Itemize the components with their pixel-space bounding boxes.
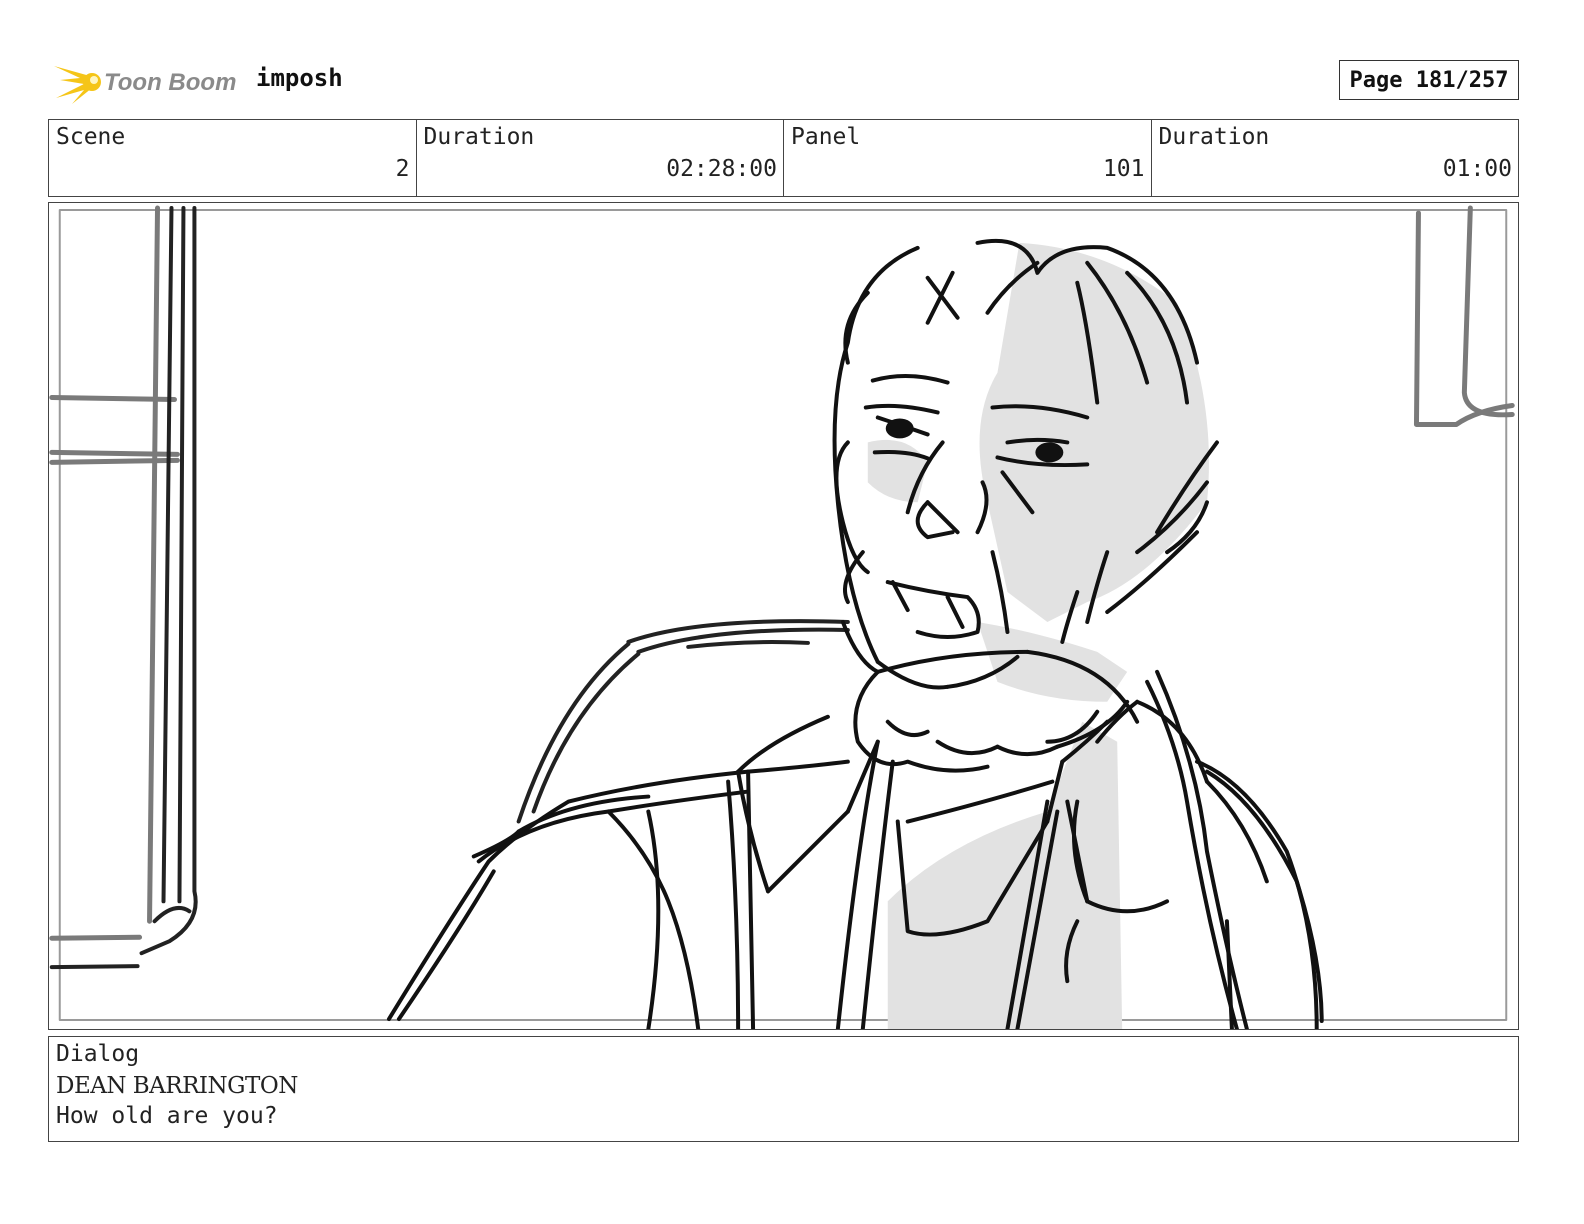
panel-cell: Panel 101 [784, 120, 1152, 196]
star-burst-icon [54, 66, 101, 104]
storyboard-sketch [49, 205, 1515, 1029]
scene-cell: Scene 2 [49, 120, 417, 196]
chair-back [516, 619, 850, 824]
dialog-line: How old are you? [56, 1103, 278, 1129]
toon-boom-logo: Toon Boom [50, 56, 240, 108]
storyboard-panel [48, 202, 1519, 1030]
panel-duration-value: 01:00 [1442, 156, 1512, 182]
dialog-speaker: DEAN BARRINGTON [56, 1073, 298, 1099]
window-frame-left [49, 205, 180, 941]
toon-boom-logo-graphic: Toon Boom [54, 66, 236, 104]
scene-label: Scene [56, 124, 126, 150]
page-indicator: Page 181/257 [1339, 60, 1519, 100]
safe-frame [58, 208, 1508, 1022]
panel-value: 101 [1102, 156, 1145, 182]
svg-text:Toon Boom: Toon Boom [104, 69, 236, 96]
character-jacket [386, 739, 1324, 1029]
panel-label: Panel [791, 124, 861, 150]
dialog-box: Dialog DEAN BARRINGTON How old are you? [48, 1036, 1519, 1142]
dialog-label: Dialog [56, 1041, 140, 1067]
scene-duration-label: Duration [423, 124, 535, 150]
panel-duration-label: Duration [1158, 124, 1270, 150]
scene-value: 2 [395, 156, 410, 182]
scene-duration-cell: Duration 02:28:00 [417, 120, 784, 196]
window-frame-left-dark [49, 205, 198, 970]
window-frame-right [1413, 205, 1515, 427]
panel-duration-cell: Duration 01:00 [1152, 120, 1519, 196]
panel-info-table: Scene 2 Duration 02:28:00 Panel 101 Dura… [48, 119, 1519, 197]
project-name: imposh [256, 64, 343, 92]
scene-duration-value: 02:28:00 [666, 156, 777, 182]
